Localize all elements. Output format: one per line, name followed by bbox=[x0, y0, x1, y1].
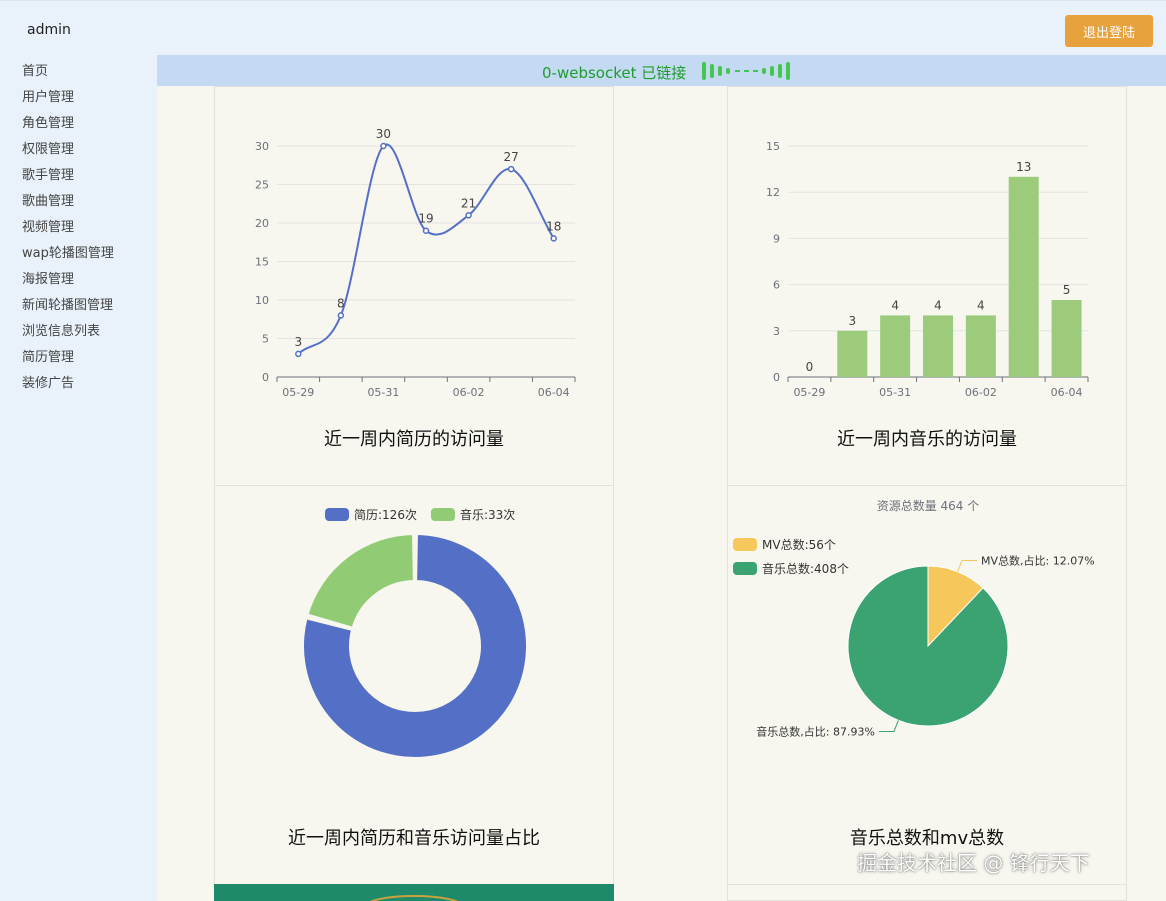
sidebar-menu: 首页 用户管理 角色管理 权限管理 歌手管理 歌曲管理 视频管理 wap轮播图管… bbox=[0, 55, 157, 901]
music-visits-panel: 0 3 6 9 12 15 0 05-29 3 4 05-31 4 4 06-02 13 5 06-04 近一周… bbox=[727, 86, 1127, 486]
sidebar-item-users[interactable]: 用户管理 bbox=[22, 86, 74, 105]
data-point bbox=[380, 142, 387, 150]
websocket-status-bar: 0-websocket 已链接 bbox=[157, 55, 1166, 86]
bar bbox=[837, 330, 868, 377]
label-leader-line bbox=[878, 720, 899, 732]
data-label: 4 bbox=[891, 298, 899, 312]
music-mv-totals-pie-chart: 资源总数量 464 个 MV总数:56个音乐总数:408个 MV总数,占比: 12.… bbox=[733, 498, 1095, 738]
legend-swatch bbox=[733, 538, 757, 551]
data-label: 4 bbox=[977, 298, 985, 312]
resume-visits-line-chart: 0 5 10 15 20 25 30 05-29 05-31 06-02 06-04 3 8 30 19 21… bbox=[255, 127, 576, 399]
x-tick-label: 05-31 bbox=[879, 386, 911, 399]
y-tick-label: 10 bbox=[255, 294, 269, 307]
donut-slice bbox=[306, 533, 415, 629]
data-point bbox=[295, 350, 302, 358]
x-tick-label: 06-04 bbox=[538, 386, 570, 399]
top-header: admin 退出登陆 bbox=[0, 0, 1166, 55]
data-label: 0 bbox=[806, 360, 814, 374]
y-tick-label: 0 bbox=[773, 371, 780, 384]
legend-label: MV总数:56个 bbox=[762, 537, 836, 552]
data-point bbox=[465, 212, 472, 219]
bar bbox=[965, 315, 996, 377]
watermark-text: 掘金技术社区 @ 锋行天下 bbox=[857, 851, 1090, 875]
sidebar-item-songs[interactable]: 歌曲管理 bbox=[22, 190, 74, 209]
visit-ratio-title: 近一周内简历和音乐访问量占比 bbox=[288, 828, 540, 849]
y-tick-label: 9 bbox=[773, 232, 780, 245]
x-tick-label: 05-31 bbox=[367, 386, 399, 399]
x-tick-label: 05-29 bbox=[793, 386, 825, 399]
y-tick-label: 5 bbox=[262, 333, 269, 346]
logout-button[interactable]: 退出登陆 bbox=[1065, 15, 1153, 47]
data-label: 13 bbox=[1016, 160, 1031, 174]
visit-ratio-donut-chart: 简历:126次 音乐:33次 bbox=[302, 507, 528, 759]
x-tick-label: 05-29 bbox=[282, 386, 314, 399]
sidebar-item-browse-info[interactable]: 浏览信息列表 bbox=[22, 320, 100, 339]
legend-label: 音乐:33次 bbox=[460, 507, 515, 522]
sidebar-item-home[interactable]: 首页 bbox=[22, 60, 48, 79]
pie-slice bbox=[847, 565, 1009, 727]
visit-ratio-panel: 简历:126次 音乐:33次 近一周内简历和音乐访问量占比 bbox=[214, 485, 614, 885]
main-content: 0-websocket 已链接 0 5 10 15 20 25 30 05-29 05-31 06… bbox=[157, 55, 1166, 901]
sidebar-item-decoration-ads[interactable]: 装修广告 bbox=[22, 372, 74, 391]
resume-visits-panel: 0 5 10 15 20 25 30 05-29 05-31 06-02 06-04 3 8 30 19 21… bbox=[214, 86, 614, 486]
legend-swatch bbox=[325, 508, 349, 521]
sidebar-item-posters[interactable]: 海报管理 bbox=[22, 268, 74, 287]
next-card-image bbox=[214, 884, 614, 901]
data-label: 27 bbox=[504, 150, 519, 164]
data-label: 3 bbox=[294, 335, 302, 349]
sidebar-item-news-carousel[interactable]: 新闻轮播图管理 bbox=[22, 294, 113, 313]
legend-swatch bbox=[733, 562, 757, 575]
sidebar-item-roles[interactable]: 角色管理 bbox=[22, 112, 74, 131]
resume-visits-title: 近一周内简历的访问量 bbox=[324, 429, 504, 450]
username-label: admin bbox=[27, 22, 71, 38]
data-label: 18 bbox=[546, 219, 561, 233]
next-card-placeholder bbox=[727, 884, 1127, 901]
sidebar-item-videos[interactable]: 视频管理 bbox=[22, 216, 74, 235]
websocket-status-text: 0-websocket 已链接 bbox=[542, 64, 687, 82]
y-tick-label: 15 bbox=[255, 256, 269, 269]
y-tick-label: 15 bbox=[766, 140, 780, 153]
data-point bbox=[337, 312, 345, 319]
legend-label: 音乐总数:408个 bbox=[762, 561, 849, 576]
bar bbox=[1008, 176, 1039, 377]
data-point bbox=[507, 165, 515, 173]
y-tick-label: 0 bbox=[262, 371, 269, 384]
data-label: 5 bbox=[1063, 283, 1071, 297]
sidebar-item-singers[interactable]: 歌手管理 bbox=[22, 164, 74, 183]
bar bbox=[1051, 300, 1082, 377]
legend-label: 简历:126次 bbox=[354, 508, 417, 522]
sidebar-item-resumes[interactable]: 简历管理 bbox=[22, 346, 74, 365]
x-tick-label: 06-02 bbox=[453, 386, 485, 399]
y-tick-label: 6 bbox=[773, 279, 780, 292]
y-tick-label: 12 bbox=[766, 186, 780, 199]
slice-label: 音乐总数,占比: 87.93% bbox=[756, 724, 875, 738]
music-visits-bar-chart: 0 3 6 9 12 15 0 05-29 3 4 05-31 4 4 06-02 13 5 06-04 bbox=[766, 140, 1089, 399]
y-tick-label: 30 bbox=[255, 140, 269, 153]
pie-subtitle: 资源总数量 464 个 bbox=[877, 498, 980, 513]
bar bbox=[880, 315, 911, 377]
slice-label: MV总数,占比: 12.07% bbox=[981, 554, 1095, 568]
data-label: 3 bbox=[848, 314, 856, 328]
sidebar-item-permissions[interactable]: 权限管理 bbox=[22, 138, 74, 157]
data-label: 21 bbox=[461, 196, 476, 210]
bar bbox=[923, 315, 953, 377]
data-label: 4 bbox=[934, 298, 942, 312]
music-mv-totals-panel: 资源总数量 464 个 MV总数:56个 音乐总数:408个 MV总数,占比: 12.… bbox=[727, 485, 1127, 885]
y-tick-label: 3 bbox=[773, 325, 780, 338]
signal-wave-icon bbox=[702, 62, 790, 80]
data-point bbox=[550, 235, 557, 242]
data-point bbox=[422, 227, 430, 234]
x-tick-label: 06-04 bbox=[1051, 386, 1083, 399]
label-leader-line bbox=[957, 560, 978, 572]
legend-swatch bbox=[430, 508, 455, 521]
series-line bbox=[297, 143, 555, 355]
data-label: 8 bbox=[337, 296, 345, 310]
y-tick-label: 20 bbox=[255, 217, 269, 230]
data-label: 30 bbox=[376, 127, 391, 141]
x-tick-label: 06-02 bbox=[965, 386, 997, 399]
data-label: 19 bbox=[418, 212, 433, 226]
sidebar-item-wap-carousel[interactable]: wap轮播图管理 bbox=[22, 242, 114, 261]
y-tick-label: 25 bbox=[255, 179, 269, 192]
music-visits-title: 近一周内音乐的访问量 bbox=[837, 429, 1017, 450]
